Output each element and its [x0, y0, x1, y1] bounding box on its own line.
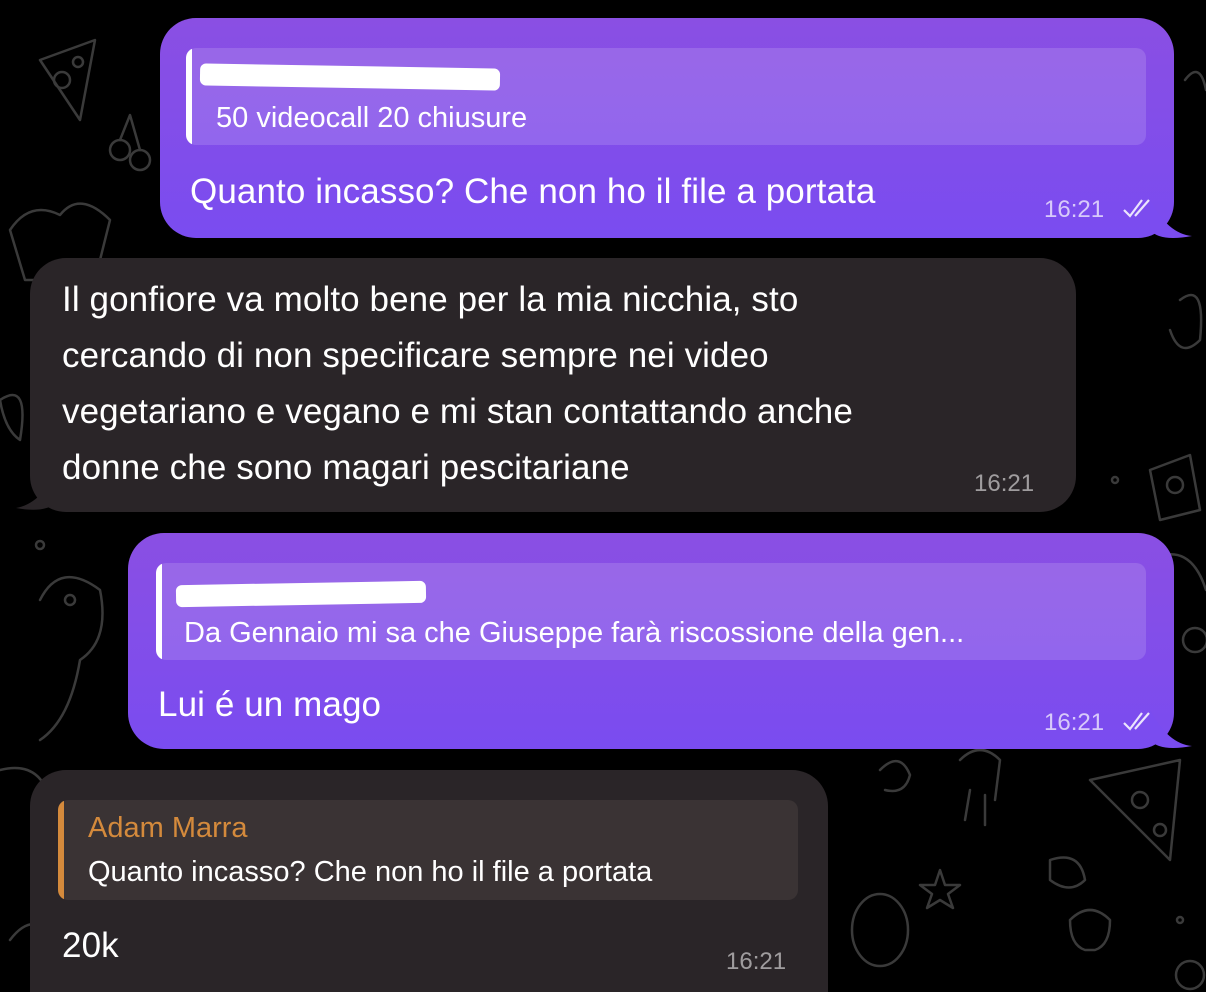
reply-preview[interactable]: Da Gennaio mi sa che Giuseppe farà risco… — [156, 563, 1146, 660]
bubble-tail — [16, 470, 58, 510]
message-bubble-incoming[interactable]: Il gonfiore va molto bene per la mia nic… — [30, 258, 1076, 512]
message-time: 16:21 — [1044, 709, 1105, 736]
message-text: Il gonfiore va molto bene per la mia nic… — [62, 280, 853, 487]
reply-preview[interactable]: 50 videocall 20 chiusure — [186, 48, 1146, 145]
message-text: Lui é un mago — [158, 685, 382, 724]
reply-author: Adam Marra — [88, 812, 248, 844]
message-text: 20k — [62, 926, 119, 965]
message-time: 16:21 — [726, 948, 787, 975]
reply-text: Da Gennaio mi sa che Giuseppe farà risco… — [184, 617, 965, 649]
message-bubble-outgoing[interactable]: Da Gennaio mi sa che Giuseppe farà risco… — [128, 533, 1174, 749]
message-bubble-outgoing[interactable]: 50 videocall 20 chiusure Quanto incasso?… — [160, 18, 1174, 238]
reply-preview[interactable]: Adam Marra Quanto incasso? Che non ho il… — [58, 800, 798, 900]
message-bubble-incoming[interactable]: Adam Marra Quanto incasso? Che non ho il… — [30, 770, 828, 992]
chat-screen: 50 videocall 20 chiusure Quanto incasso?… — [0, 0, 1206, 992]
message-time: 16:21 — [974, 470, 1035, 497]
reply-accent-bar — [58, 800, 64, 900]
message-time: 16:21 — [1044, 196, 1105, 223]
reply-text: Quanto incasso? Che non ho il file a por… — [88, 856, 653, 888]
reply-accent-bar — [186, 48, 192, 145]
redacted-reply-author — [175, 580, 427, 608]
reply-accent-bar — [156, 563, 162, 660]
bubble-tail — [1150, 710, 1192, 748]
reply-text: 50 videocall 20 chiusure — [216, 102, 528, 134]
redacted-reply-author — [199, 63, 501, 91]
bubble-tail — [1150, 200, 1192, 238]
message-text: Quanto incasso? Che non ho il file a por… — [190, 172, 876, 211]
